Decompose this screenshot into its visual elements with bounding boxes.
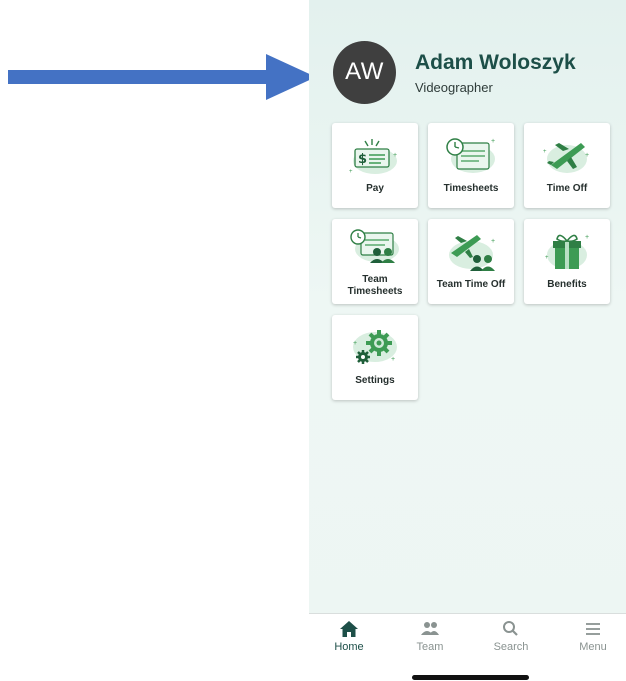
svg-text:+: + <box>585 234 589 241</box>
nav-search[interactable]: Search <box>481 620 541 653</box>
annotation-arrow <box>8 52 318 102</box>
home-indicator <box>412 675 529 680</box>
tile-label: Pay <box>366 183 384 194</box>
profile-header: AW Adam Woloszyk Videographer <box>333 40 576 104</box>
nav-label: Home <box>334 641 364 653</box>
tile-team-time-off[interactable]: + Team Time Off <box>428 219 514 304</box>
nav-home[interactable]: Home <box>319 620 379 653</box>
tile-label: Benefits <box>547 279 587 290</box>
svg-text:+: + <box>491 238 495 245</box>
menu-icon <box>586 623 600 635</box>
nav-team[interactable]: Team <box>400 620 460 653</box>
svg-text:+: + <box>353 340 357 347</box>
nav-label: Menu <box>579 641 607 653</box>
pay-icon: $ + + <box>349 139 397 175</box>
team-time-off-icon: + <box>449 235 495 271</box>
svg-text:$: $ <box>358 152 367 167</box>
search-icon <box>503 621 518 636</box>
time-off-icon: + + <box>543 143 589 173</box>
bottom-nav: Home Team Search Menu <box>309 613 626 681</box>
tile-label: Team Time Off <box>436 279 506 290</box>
tile-label: Time Off <box>546 183 588 194</box>
user-role: Videographer <box>415 79 493 95</box>
tile-pay[interactable]: $ + + Pay <box>332 123 418 208</box>
avatar-initials: AW <box>345 58 384 85</box>
svg-text:+: + <box>391 356 395 363</box>
tile-timesheets[interactable]: + Timesheets <box>428 123 514 208</box>
team-timesheets-icon <box>350 229 399 263</box>
tile-label-line-2: Timesheets <box>347 286 403 297</box>
tile-label: Timesheets <box>443 183 499 194</box>
tile-label: Team Timesheets <box>334 274 416 298</box>
nav-label: Search <box>493 641 529 653</box>
team-icon <box>421 622 439 635</box>
tile-team-timesheets[interactable]: Team Timesheets <box>332 219 418 304</box>
svg-text:+: + <box>349 169 353 175</box>
svg-text:+: + <box>585 152 589 159</box>
timesheets-icon: + <box>446 138 495 173</box>
tile-benefits[interactable]: + + Benefits <box>524 219 610 304</box>
user-name: Adam Woloszyk <box>415 50 576 74</box>
tile-label: Settings <box>355 375 395 386</box>
svg-text:+: + <box>393 152 397 159</box>
tile-settings[interactable]: + + Settings <box>332 315 418 400</box>
svg-text:+: + <box>545 255 549 261</box>
phone-screen: AW Adam Woloszyk Videographer $ + + Pay <box>309 0 626 681</box>
settings-icon: + + <box>353 330 397 364</box>
avatar[interactable]: AW <box>333 40 396 104</box>
nav-label: Team <box>416 641 444 653</box>
svg-text:+: + <box>491 138 495 145</box>
tile-label-line-1: Team <box>362 274 388 285</box>
tile-time-off[interactable]: + + Time Off <box>524 123 610 208</box>
nav-menu[interactable]: Menu <box>563 620 623 653</box>
svg-text:+: + <box>543 149 547 155</box>
home-icon <box>340 621 358 637</box>
benefits-icon: + + <box>545 234 589 269</box>
